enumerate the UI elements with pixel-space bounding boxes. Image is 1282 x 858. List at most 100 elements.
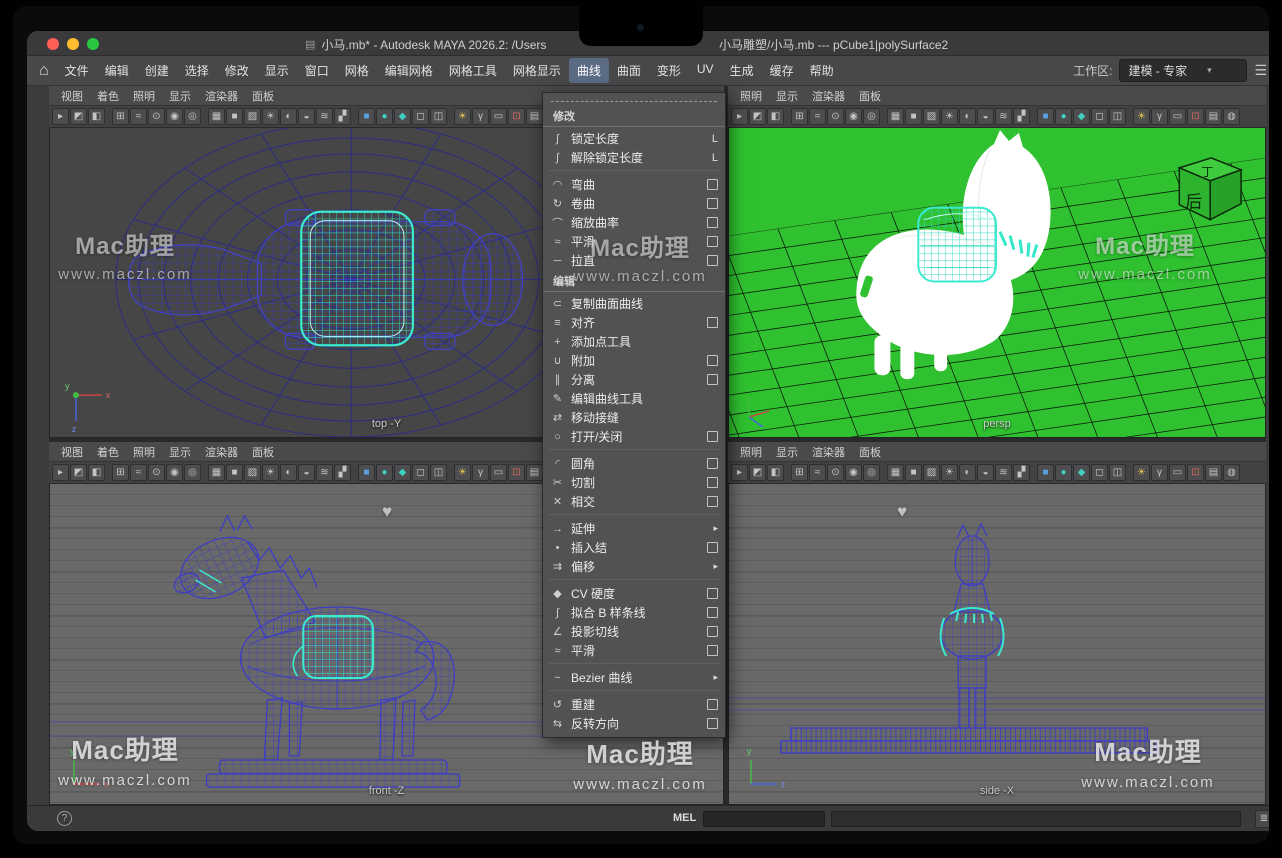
- menubar-item-网格显示[interactable]: 网格显示: [505, 58, 569, 83]
- hud-toggle-icon[interactable]: ▤: [1205, 108, 1222, 125]
- option-box[interactable]: [707, 179, 718, 190]
- menu-item-插入结[interactable]: •插入结: [543, 538, 725, 557]
- panel-menu-item-渲染器[interactable]: 渲染器: [198, 443, 245, 461]
- wireframe-mode-icon[interactable]: ▦: [887, 108, 904, 125]
- select-by-hierarchy-icon[interactable]: ▸: [731, 464, 748, 481]
- saddle-selection-front[interactable]: [293, 616, 373, 678]
- snap-to-point-icon[interactable]: ⊙: [148, 464, 165, 481]
- option-box[interactable]: [707, 374, 718, 385]
- menu-item-平滑[interactable]: ≈平滑: [543, 232, 725, 251]
- menu-item-投影切线[interactable]: ∠投影切线: [543, 622, 725, 641]
- panel-menu-item-照明[interactable]: 照明: [733, 443, 769, 461]
- snap-to-curve-icon[interactable]: ≈: [809, 108, 826, 125]
- shadows-icon[interactable]: ◐: [959, 108, 976, 125]
- workspace-dropdown[interactable]: 建模 - 专家 ▾: [1119, 59, 1247, 82]
- menu-item-卷曲[interactable]: ↻卷曲: [543, 194, 725, 213]
- ambient-occlusion-icon[interactable]: ◒: [977, 464, 994, 481]
- subdiv-surface-icon[interactable]: ◆: [394, 464, 411, 481]
- gamma-icon[interactable]: γ: [472, 464, 489, 481]
- menu-item-切割[interactable]: ✂切割: [543, 473, 725, 492]
- snap-to-grid-icon[interactable]: ⊞: [791, 108, 808, 125]
- minimize-button[interactable]: [67, 38, 79, 50]
- workspace-menu-icon[interactable]: ☰: [1254, 62, 1267, 79]
- snap-to-curve-icon[interactable]: ≈: [130, 464, 147, 481]
- menu-item-打开/关闭[interactable]: ○打开/关闭: [543, 427, 725, 446]
- ambient-occlusion-icon[interactable]: ◒: [977, 108, 994, 125]
- menubar-item-编辑[interactable]: 编辑: [97, 58, 137, 83]
- mel-command-input[interactable]: [703, 811, 825, 827]
- panel-menu-item-显示[interactable]: 显示: [162, 87, 198, 105]
- nurbs-sphere-icon[interactable]: ●: [1055, 464, 1072, 481]
- menu-item-移动接缝[interactable]: ⇄移动接缝: [543, 408, 725, 427]
- option-box[interactable]: [707, 588, 718, 599]
- ambient-occlusion-icon[interactable]: ◒: [298, 108, 315, 125]
- gamma-icon[interactable]: γ: [1151, 108, 1168, 125]
- select-by-hierarchy-icon[interactable]: ▸: [52, 108, 69, 125]
- panel-menu-item-照明[interactable]: 照明: [733, 87, 769, 105]
- film-gate-icon[interactable]: ▭: [490, 464, 507, 481]
- menubar-item-选择[interactable]: 选择: [177, 58, 217, 83]
- shaded-mode-icon[interactable]: ■: [226, 464, 243, 481]
- xray-mode-icon[interactable]: ◫: [430, 108, 447, 125]
- subdiv-surface-icon[interactable]: ◆: [1073, 108, 1090, 125]
- select-by-object-icon[interactable]: ◩: [70, 464, 87, 481]
- isolate-select-icon[interactable]: ◻: [1091, 108, 1108, 125]
- anti-aliasing-icon[interactable]: ▞: [334, 108, 351, 125]
- make-live-icon[interactable]: ◉: [166, 108, 183, 125]
- menubar-item-编辑网格[interactable]: 编辑网格: [377, 58, 441, 83]
- menu-item-锁定长度[interactable]: ∫锁定长度L: [543, 129, 725, 148]
- shaded-mode-icon[interactable]: ■: [905, 108, 922, 125]
- panel-menu-item-照明[interactable]: 照明: [126, 87, 162, 105]
- option-box[interactable]: [707, 542, 718, 553]
- menu-item-相交[interactable]: ✕相交: [543, 492, 725, 511]
- option-box[interactable]: [707, 718, 718, 729]
- textured-mode-icon[interactable]: ▨: [244, 464, 261, 481]
- option-box[interactable]: [707, 626, 718, 637]
- menubar-item-帮助[interactable]: 帮助: [802, 58, 842, 83]
- gamma-icon[interactable]: γ: [472, 108, 489, 125]
- subdiv-surface-icon[interactable]: ◆: [1073, 464, 1090, 481]
- menubar-item-显示[interactable]: 显示: [257, 58, 297, 83]
- option-box[interactable]: [707, 431, 718, 442]
- menu-tearoff-handle[interactable]: [551, 95, 717, 102]
- select-by-object-icon[interactable]: ◩: [70, 108, 87, 125]
- menubar-item-曲面[interactable]: 曲面: [609, 58, 649, 83]
- xray-mode-icon[interactable]: ◫: [1109, 108, 1126, 125]
- motion-blur-icon[interactable]: ≋: [316, 108, 333, 125]
- menu-item-拟合 B 样条线[interactable]: ∫拟合 B 样条线: [543, 603, 725, 622]
- textured-mode-icon[interactable]: ▨: [923, 464, 940, 481]
- resolution-gate-icon[interactable]: ⊡: [1187, 464, 1204, 481]
- snap-to-point-icon[interactable]: ⊙: [148, 108, 165, 125]
- snap-to-grid-icon[interactable]: ⊞: [112, 108, 129, 125]
- subdiv-surface-icon[interactable]: ◆: [394, 108, 411, 125]
- zoom-button[interactable]: [87, 38, 99, 50]
- isolate-select-icon[interactable]: ◻: [412, 108, 429, 125]
- option-box[interactable]: [707, 477, 718, 488]
- select-by-component-icon[interactable]: ◧: [767, 464, 784, 481]
- menubar-item-变形[interactable]: 变形: [649, 58, 689, 83]
- anti-aliasing-icon[interactable]: ▞: [334, 464, 351, 481]
- menu-item-缩放曲率[interactable]: ⌒缩放曲率: [543, 213, 725, 232]
- menu-item-附加[interactable]: ∪附加: [543, 351, 725, 370]
- menubar-item-曲线[interactable]: 曲线: [569, 58, 609, 83]
- select-by-component-icon[interactable]: ◧: [88, 464, 105, 481]
- use-all-lights-icon[interactable]: ☀: [941, 464, 958, 481]
- snap-to-point-icon[interactable]: ⊙: [827, 108, 844, 125]
- option-box[interactable]: [707, 198, 718, 209]
- select-by-hierarchy-icon[interactable]: ▸: [52, 464, 69, 481]
- panel-menu-item-面板[interactable]: 面板: [852, 87, 888, 105]
- isolate-select-icon[interactable]: ◻: [412, 464, 429, 481]
- menubar-item-修改[interactable]: 修改: [217, 58, 257, 83]
- use-all-lights-icon[interactable]: ☀: [941, 108, 958, 125]
- resolution-gate-icon[interactable]: ⊡: [508, 108, 525, 125]
- option-box[interactable]: [707, 607, 718, 618]
- gamma-icon[interactable]: γ: [1151, 464, 1168, 481]
- menubar-item-缓存[interactable]: 缓存: [762, 58, 802, 83]
- xray-mode-icon[interactable]: ◫: [1109, 464, 1126, 481]
- menubar-item-网格[interactable]: 网格: [337, 58, 377, 83]
- menu-item-反转方向[interactable]: ⇆反转方向: [543, 714, 725, 733]
- shadows-icon[interactable]: ◐: [280, 464, 297, 481]
- close-button[interactable]: [47, 38, 59, 50]
- option-box[interactable]: [707, 236, 718, 247]
- renderer-settings-icon[interactable]: ◍: [1223, 464, 1240, 481]
